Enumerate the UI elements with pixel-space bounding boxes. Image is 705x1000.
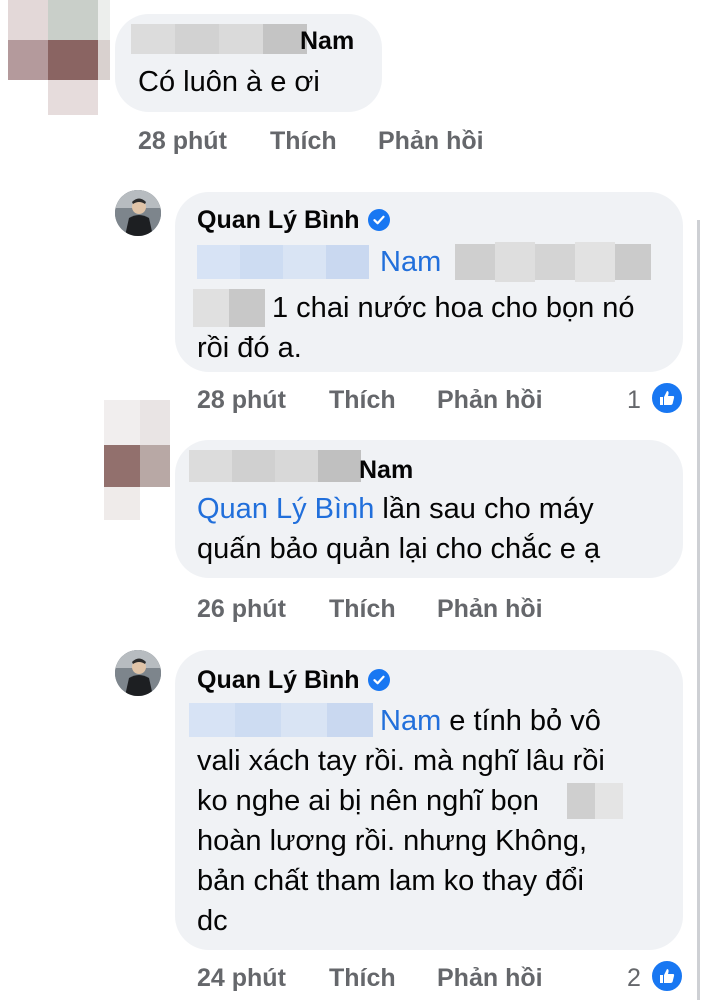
comment-bubble: Nam Có luôn à e ơi — [115, 14, 382, 112]
avatar[interactable] — [115, 650, 161, 696]
author-name-suffix[interactable]: Nam — [300, 27, 354, 56]
mention-link[interactable]: Quan Lý Bình — [197, 493, 374, 525]
like-button[interactable]: Thích — [329, 964, 396, 993]
comment-text-line: hoàn lương rồi. nhưng Không, — [197, 825, 587, 857]
reply-button[interactable]: Phản hồi — [378, 127, 484, 156]
comment-bubble: Quan Lý Bình Nam e tính bỏ vô vali xách … — [175, 650, 683, 950]
comment-text-line: bản chất tham lam ko thay đổi — [197, 865, 584, 897]
author-name[interactable]: Quan Lý Bình — [197, 666, 360, 695]
comment-bubble: Nam Quan Lý Bình lần sau cho máy quấn bả… — [175, 440, 683, 578]
comment-text-line: Quan Lý Bình lần sau cho máy — [197, 489, 594, 529]
comment-time[interactable]: 26 phút — [197, 595, 286, 624]
comment-text-line: 1 chai nước hoa cho bọn nó — [272, 292, 635, 324]
comment-1: Nam Có luôn à e ơi 28 phút Thích Phản hồ… — [0, 0, 705, 170]
mention-suffix[interactable]: Nam — [380, 242, 441, 282]
avatar-blurred[interactable] — [104, 400, 170, 520]
reply-button[interactable]: Phản hồi — [437, 595, 543, 624]
redacted-text — [567, 783, 623, 819]
reaction-count[interactable]: 2 — [627, 964, 641, 993]
comment-text-line: Nam e tính bỏ vô — [380, 701, 601, 741]
author-name-redacted[interactable] — [189, 450, 361, 482]
author-name[interactable]: Quan Lý Bình — [197, 206, 360, 235]
verified-badge-icon — [368, 669, 390, 691]
comment-text-line: vali xách tay rồi. mà nghĩ lâu rồi — [197, 745, 605, 777]
comment-text-line: dc — [197, 905, 228, 937]
redacted-text — [193, 289, 265, 327]
mention-redacted[interactable] — [197, 245, 369, 279]
comment-text-line: quấn bảo quản lại cho chắc e ạ — [197, 533, 601, 565]
comment-time[interactable]: 24 phút — [197, 964, 286, 993]
comment-time[interactable]: 28 phút — [138, 127, 227, 156]
comment-text-line: rồi đó a. — [197, 332, 302, 364]
comment-text-rest: e tính bỏ vô — [441, 705, 601, 737]
like-reaction-icon[interactable] — [650, 959, 684, 993]
comment-bubble: Quan Lý Bình Nam 1 chai nước hoa cho bọn… — [175, 192, 683, 372]
comment-4: Quan Lý Bình Nam e tính bỏ vô vali xách … — [0, 640, 705, 1000]
author-name-redacted[interactable] — [131, 24, 307, 54]
redacted-text — [455, 240, 651, 284]
comment-3: Nam Quan Lý Bình lần sau cho máy quấn bả… — [0, 400, 705, 640]
comment-text-rest: lần sau cho máy — [374, 493, 594, 525]
like-button[interactable]: Thích — [270, 127, 337, 156]
avatar-blurred[interactable] — [8, 0, 110, 115]
comment-text-line: ko nghe ai bị nên nghĩ bọn — [197, 785, 539, 817]
verified-badge-icon — [368, 209, 390, 231]
author-name-suffix[interactable]: Nam — [359, 456, 413, 485]
reply-button[interactable]: Phản hồi — [437, 964, 543, 993]
comment-2: Quan Lý Bình Nam 1 chai nước hoa cho bọn… — [0, 180, 705, 420]
avatar[interactable] — [115, 190, 161, 236]
mention-suffix[interactable]: Nam — [380, 705, 441, 737]
mention-redacted[interactable] — [189, 703, 373, 737]
comment-text: Có luôn à e ơi — [138, 66, 320, 98]
like-button[interactable]: Thích — [329, 595, 396, 624]
